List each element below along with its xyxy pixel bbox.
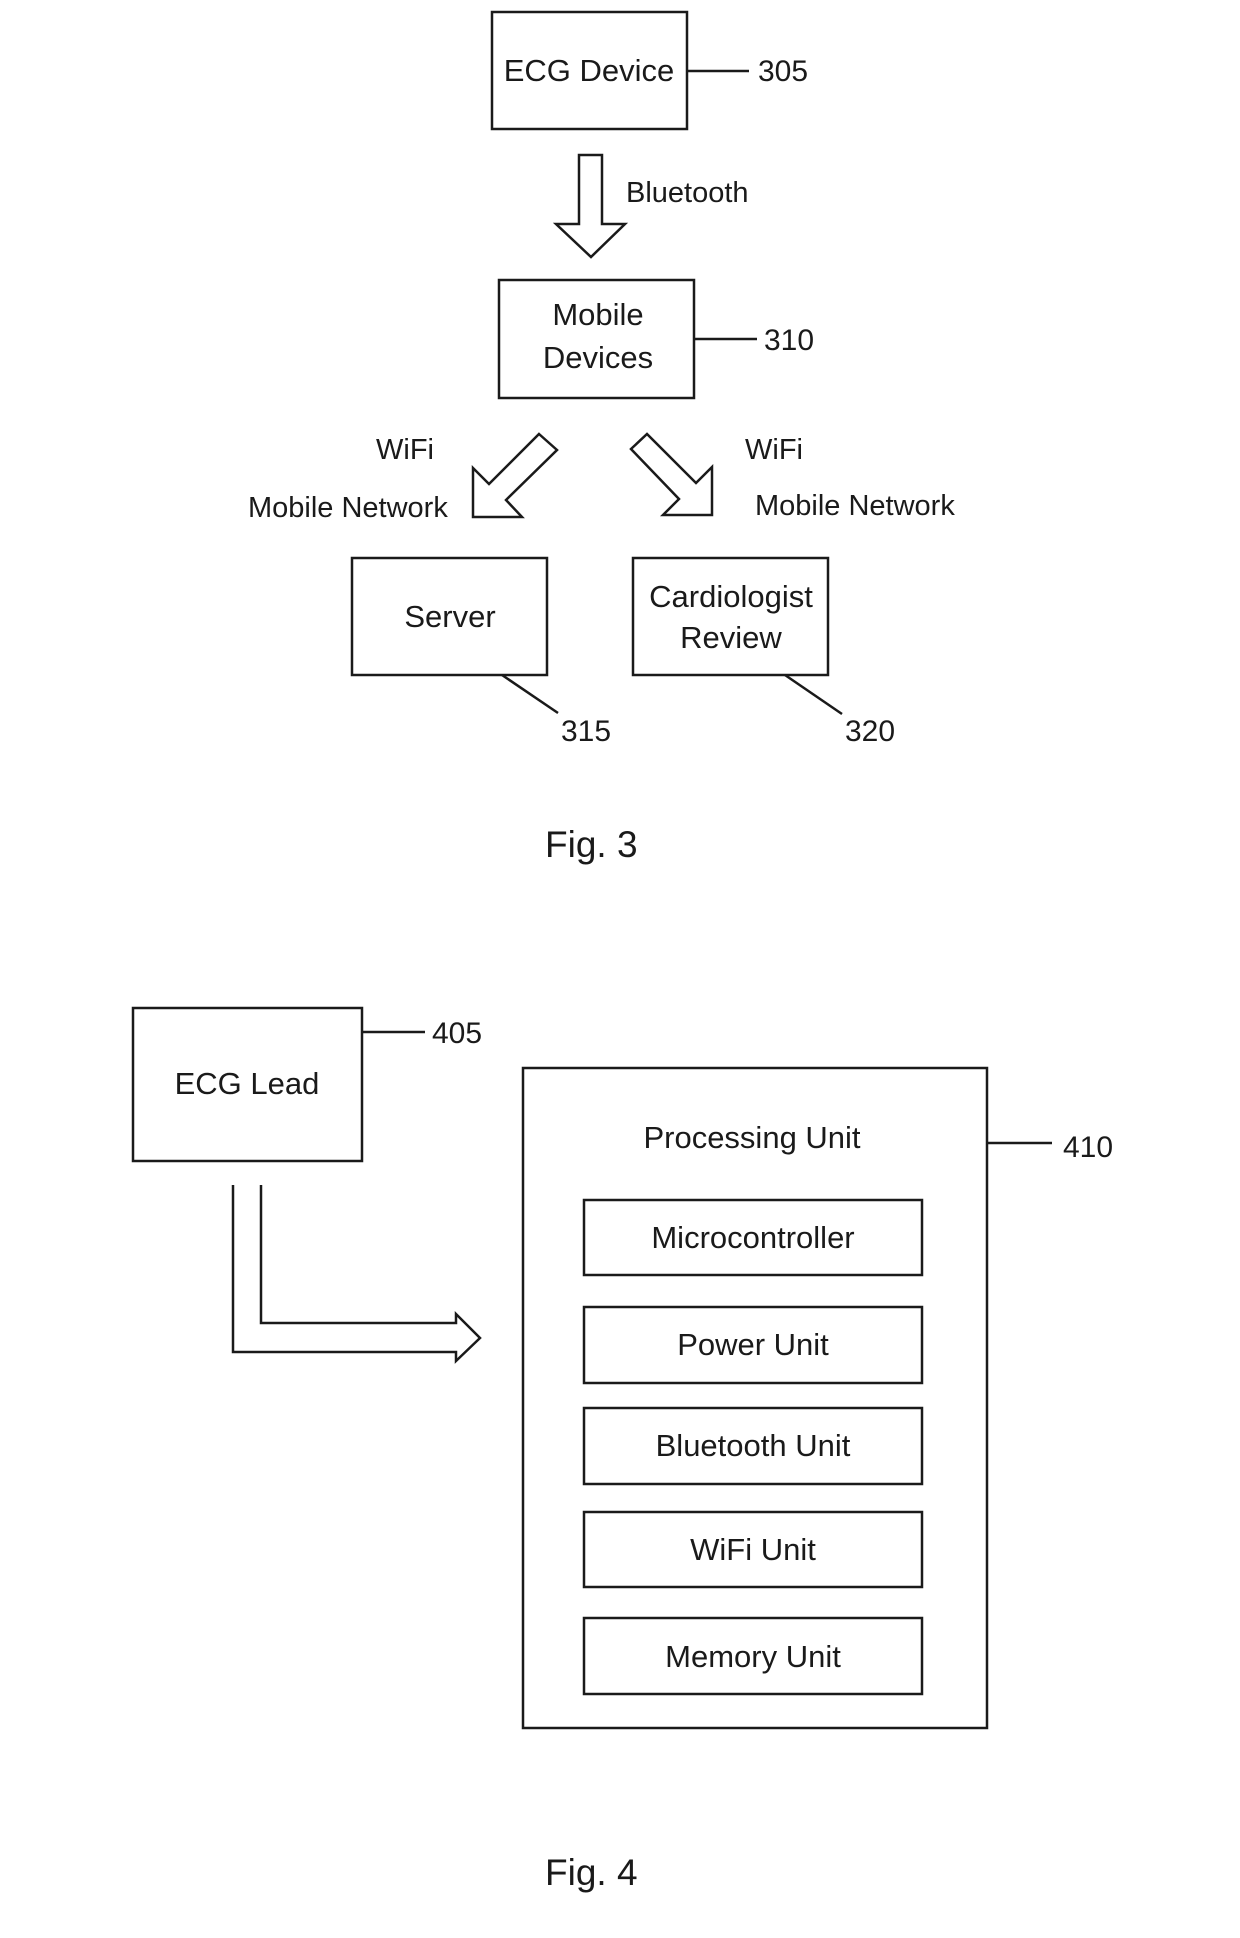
mobile-devices-node: Mobile Devices 310 [497,278,814,400]
mobile-to-cardiologist-edge: WiFi Mobile Network [629,432,955,522]
component-bluetooth-unit: Bluetooth Unit [582,1406,924,1486]
ref-315: 315 [561,715,611,748]
right-mobile-network-label: Mobile Network [755,490,955,522]
ecg-device-node: ECG Device 305 [490,10,808,131]
memory-unit-label: Memory Unit [665,1639,841,1674]
processing-unit-node: Processing Unit 410 Microcontroller Powe… [521,1066,1113,1730]
down-right-arrow-icon [629,432,714,517]
cardiologist-review-node: Cardiologist Review 320 [631,556,895,748]
ref-310: 310 [764,324,814,357]
component-microcontroller: Microcontroller [582,1198,924,1277]
ref-320-leader [784,673,843,716]
component-memory-unit: Memory Unit [582,1616,924,1696]
power-unit-label: Power Unit [677,1327,829,1362]
ecg-lead-label: ECG Lead [175,1066,320,1101]
ecg-device-label: ECG Device [504,53,675,88]
bluetooth-edge: Bluetooth [552,153,749,259]
ref-305: 305 [758,55,808,88]
server-label: Server [404,599,495,634]
mobile-devices-label-line1: Mobile [552,297,643,332]
ecg-lead-node: ECG Lead 405 [131,1006,482,1163]
wifi-unit-label: WiFi Unit [690,1532,816,1567]
ref-315-leader [501,673,559,715]
component-wifi-unit: WiFi Unit [582,1510,924,1589]
bluetooth-unit-label: Bluetooth Unit [656,1428,851,1463]
cardiologist-review-label-line1: Cardiologist [649,579,813,614]
fig3: ECG Device 305 Bluetooth Mobile Devices … [248,10,955,865]
fig4-caption: Fig. 4 [545,1852,638,1893]
processing-unit-label: Processing Unit [643,1120,860,1155]
cardiologist-review-box [631,556,830,677]
mobile-devices-label-line2: Devices [543,340,653,375]
ref-320: 320 [845,715,895,748]
ref-410: 410 [1063,1131,1113,1164]
down-arrow-icon [552,153,629,259]
component-power-unit: Power Unit [582,1305,924,1385]
mobile-to-server-edge: WiFi Mobile Network [248,432,559,524]
patent-figures: ECG Device 305 Bluetooth Mobile Devices … [131,10,1113,1893]
fig4: ECG Lead 405 Processing Unit 410 Microco… [131,1006,1113,1893]
bluetooth-label: Bluetooth [626,177,749,209]
microcontroller-label: Microcontroller [651,1220,854,1255]
left-mobile-network-label: Mobile Network [248,492,448,524]
server-node: Server 315 [350,556,611,748]
elbow-arrow-icon [231,1185,482,1364]
ref-405: 405 [432,1017,482,1050]
fig3-caption: Fig. 3 [545,824,638,865]
down-left-arrow-icon [471,432,559,519]
left-wifi-label: WiFi [376,434,434,466]
right-wifi-label: WiFi [745,434,803,466]
cardiologist-review-label-line2: Review [680,620,782,655]
